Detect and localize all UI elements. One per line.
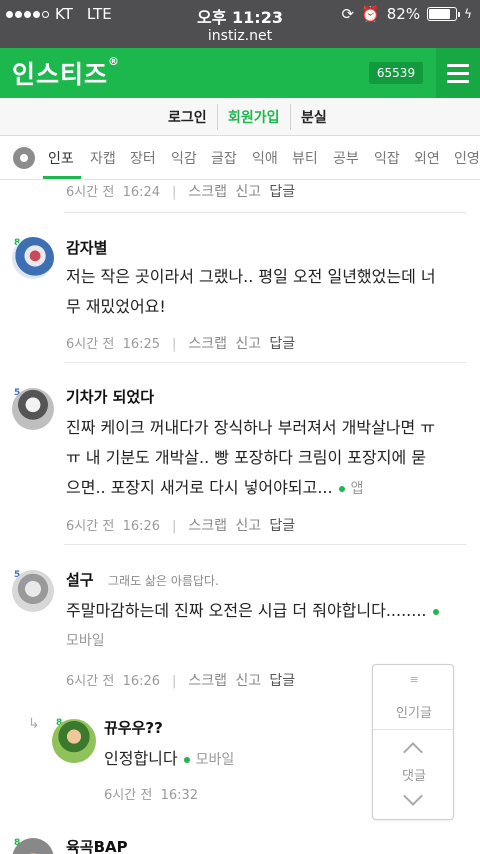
scrap-link[interactable]: 스크랩 xyxy=(188,184,227,200)
visitor-count-badge[interactable]: 65539 xyxy=(369,62,423,84)
report-link[interactable]: 신고 xyxy=(235,518,261,534)
tab-inyeong[interactable]: 인영 xyxy=(454,148,480,168)
category-tabs: 인포 자캡 장터 익감 글잡 익애 뷰티 공부 익잡 외연 인영 xyxy=(0,136,480,180)
tab-geuljap[interactable]: 글잡 xyxy=(211,148,237,168)
nickname[interactable]: 설구 xyxy=(66,569,94,590)
posted-via: 모바일 xyxy=(195,752,235,768)
alarm-icon: ⏰ xyxy=(361,5,380,23)
tab-oeyeon[interactable]: 외연 xyxy=(414,148,440,168)
gear-icon[interactable] xyxy=(13,147,35,169)
rotation-lock-icon: ⟳ xyxy=(341,5,355,23)
reply-link[interactable]: 답글 xyxy=(269,336,295,352)
floating-nav-panel: ≡ 인기글 댓글 xyxy=(372,664,454,820)
tab-beauty[interactable]: 뷰티 xyxy=(292,148,318,168)
battery-percent: 82% xyxy=(386,5,421,23)
hamburger-icon xyxy=(447,63,469,67)
comments-button[interactable]: 댓글 xyxy=(373,765,455,784)
online-dot-icon xyxy=(338,485,345,492)
nickname[interactable]: 감자별 xyxy=(66,237,107,258)
comment-body: 진짜 케이크 꺼내다가 장식하나 부러져서 개박살나면 ㅠ ㅠ 내 기분도 개박… xyxy=(66,418,436,497)
scrap-link[interactable]: 스크랩 xyxy=(188,673,227,689)
comment-body: 주말마감하는데 진짜 오전은 시급 더 줘야합니다........ 모바일 xyxy=(66,596,445,656)
comment-meta: 6시간 전 16:26 | 스크랩 신고 답글 xyxy=(66,518,296,534)
avatar[interactable] xyxy=(12,237,54,279)
reply-link[interactable]: 답글 xyxy=(269,184,295,200)
comment-meta: 6시간 전 16:26 | 스크랩 신고 답글 xyxy=(66,673,296,689)
list-icon[interactable]: ≡ xyxy=(373,673,455,686)
menu-button[interactable] xyxy=(436,48,480,98)
auth-bar: 로그인 회원가입 분실 xyxy=(0,98,480,136)
login-link[interactable]: 로그인 xyxy=(168,107,207,127)
divider xyxy=(64,362,466,363)
site-header: 인스티즈® 65539 xyxy=(0,48,480,98)
report-link[interactable]: 신고 xyxy=(235,184,261,200)
lost-account-link[interactable]: 분실 xyxy=(301,107,327,127)
avatar[interactable] xyxy=(52,719,96,763)
url-bar[interactable]: instiz.net xyxy=(0,28,480,48)
posted-via: 앱 xyxy=(350,481,364,497)
comment-meta: 6시간 전 16:25 | 스크랩 신고 답글 xyxy=(66,336,296,352)
scrap-link[interactable]: 스크랩 xyxy=(188,518,227,534)
scrap-link[interactable]: 스크랩 xyxy=(188,336,227,352)
popular-posts-button[interactable]: 인기글 xyxy=(373,702,455,721)
reply-arrow-icon: ↳ xyxy=(28,716,40,732)
scroll-up-icon[interactable] xyxy=(403,742,423,762)
scroll-down-icon[interactable] xyxy=(403,786,423,806)
report-link[interactable]: 신고 xyxy=(235,336,261,352)
battery-icon xyxy=(427,7,461,21)
tab-ikgam[interactable]: 익감 xyxy=(171,148,197,168)
site-logo[interactable]: 인스티즈® xyxy=(12,55,120,91)
report-link[interactable]: 신고 xyxy=(235,673,261,689)
tab-info[interactable]: 인포 xyxy=(48,148,74,168)
comment-body: 저는 작은 곳이라서 그랬나.. 평일 오전 일년했었는데 너 무 재밌었어요! xyxy=(66,267,436,316)
tab-market[interactable]: 장터 xyxy=(130,148,156,168)
nickname[interactable]: 뀨우우?? xyxy=(104,717,163,738)
nickname[interactable]: 육곡BAP xyxy=(66,836,128,854)
online-dot-icon xyxy=(432,608,439,615)
status-message: 그래도 삶은 아름답다. xyxy=(108,574,219,588)
online-dot-icon xyxy=(183,756,190,763)
avatar[interactable] xyxy=(12,570,54,612)
signup-link[interactable]: 회원가입 xyxy=(228,107,280,127)
tab-ikae[interactable]: 익애 xyxy=(252,148,278,168)
tab-ikjap[interactable]: 익잡 xyxy=(374,148,400,168)
active-tab-indicator xyxy=(43,176,81,179)
tab-study[interactable]: 공부 xyxy=(333,148,359,168)
reply-link[interactable]: 답글 xyxy=(269,673,295,689)
reply-link[interactable]: 답글 xyxy=(269,518,295,534)
posted-via: 모바일 xyxy=(66,633,105,649)
comment-body: 인정합니다 모바일 xyxy=(104,749,235,768)
tab-jacap[interactable]: 자캡 xyxy=(90,148,116,168)
status-right: ⟳ ⏰ 82% ϟ xyxy=(341,5,472,23)
nickname[interactable]: 기차가 되었다 xyxy=(66,386,154,407)
comment-meta: 6시간 전 16:24 | 스크랩 신고 답글 xyxy=(66,184,296,200)
divider xyxy=(64,212,466,213)
comment-meta: 6시간 전 16:32 xyxy=(104,788,199,803)
status-bar: KT LTE 오후 11:23 ⟳ ⏰ 82% ϟ xyxy=(0,0,480,28)
divider xyxy=(64,544,466,545)
charging-icon: ϟ xyxy=(464,7,472,21)
avatar[interactable] xyxy=(12,388,54,430)
